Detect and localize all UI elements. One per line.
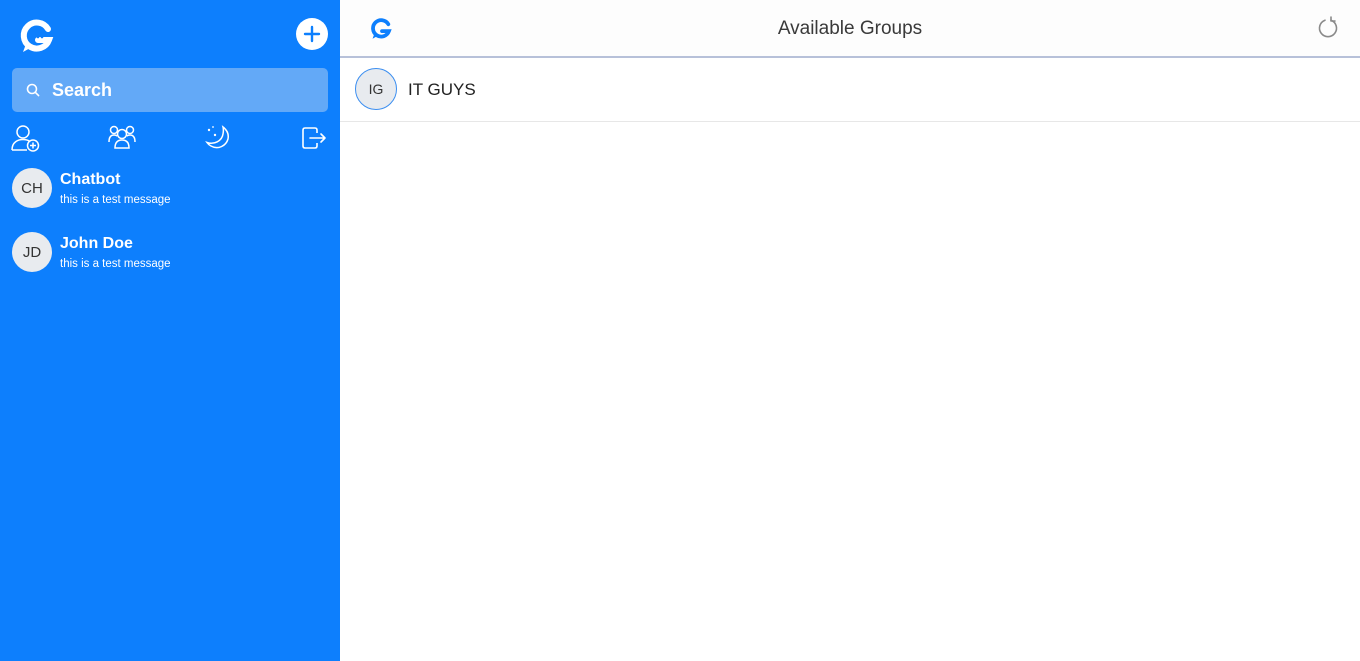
avatar: JD <box>12 232 52 272</box>
chat-preview: this is a test message <box>60 258 171 270</box>
plus-icon <box>303 25 321 43</box>
header: Available Groups <box>340 0 1360 58</box>
logout-icon[interactable] <box>298 122 330 154</box>
page-title: Available Groups <box>777 18 923 39</box>
sidebar-actions <box>0 122 340 154</box>
avatar: IG <box>355 68 397 110</box>
sidebar: Search CH Chatbot this is a test message… <box>0 0 340 661</box>
sidebar-top <box>0 0 340 68</box>
refresh-icon[interactable] <box>1316 16 1340 40</box>
main-panel: Available Groups IG IT GUYS <box>340 0 1360 661</box>
list-item[interactable]: CH Chatbot this is a test message <box>0 164 340 228</box>
search-placeholder: Search <box>52 79 113 100</box>
avatar: CH <box>12 168 52 208</box>
search-input[interactable]: Search <box>12 68 328 112</box>
chat-name: John Doe <box>60 235 133 252</box>
search-icon <box>26 83 40 97</box>
group-name: IT GUYS <box>408 80 476 99</box>
new-chat-button[interactable] <box>296 18 328 50</box>
list-item[interactable]: IG IT GUYS <box>340 58 1360 122</box>
list-item[interactable]: JD John Doe this is a test message <box>0 228 340 292</box>
group-list: IG IT GUYS <box>340 58 1360 122</box>
chat-preview: this is a test message <box>60 194 171 206</box>
chat-name: Chatbot <box>60 171 121 188</box>
chat-list: CH Chatbot this is a test message JD Joh… <box>0 164 340 292</box>
app-logo-icon <box>19 16 57 54</box>
app: Search CH Chatbot this is a test message… <box>0 0 1360 661</box>
users-group-icon[interactable] <box>106 122 138 154</box>
moon-stars-icon[interactable] <box>202 122 234 154</box>
add-user-icon[interactable] <box>10 122 42 154</box>
